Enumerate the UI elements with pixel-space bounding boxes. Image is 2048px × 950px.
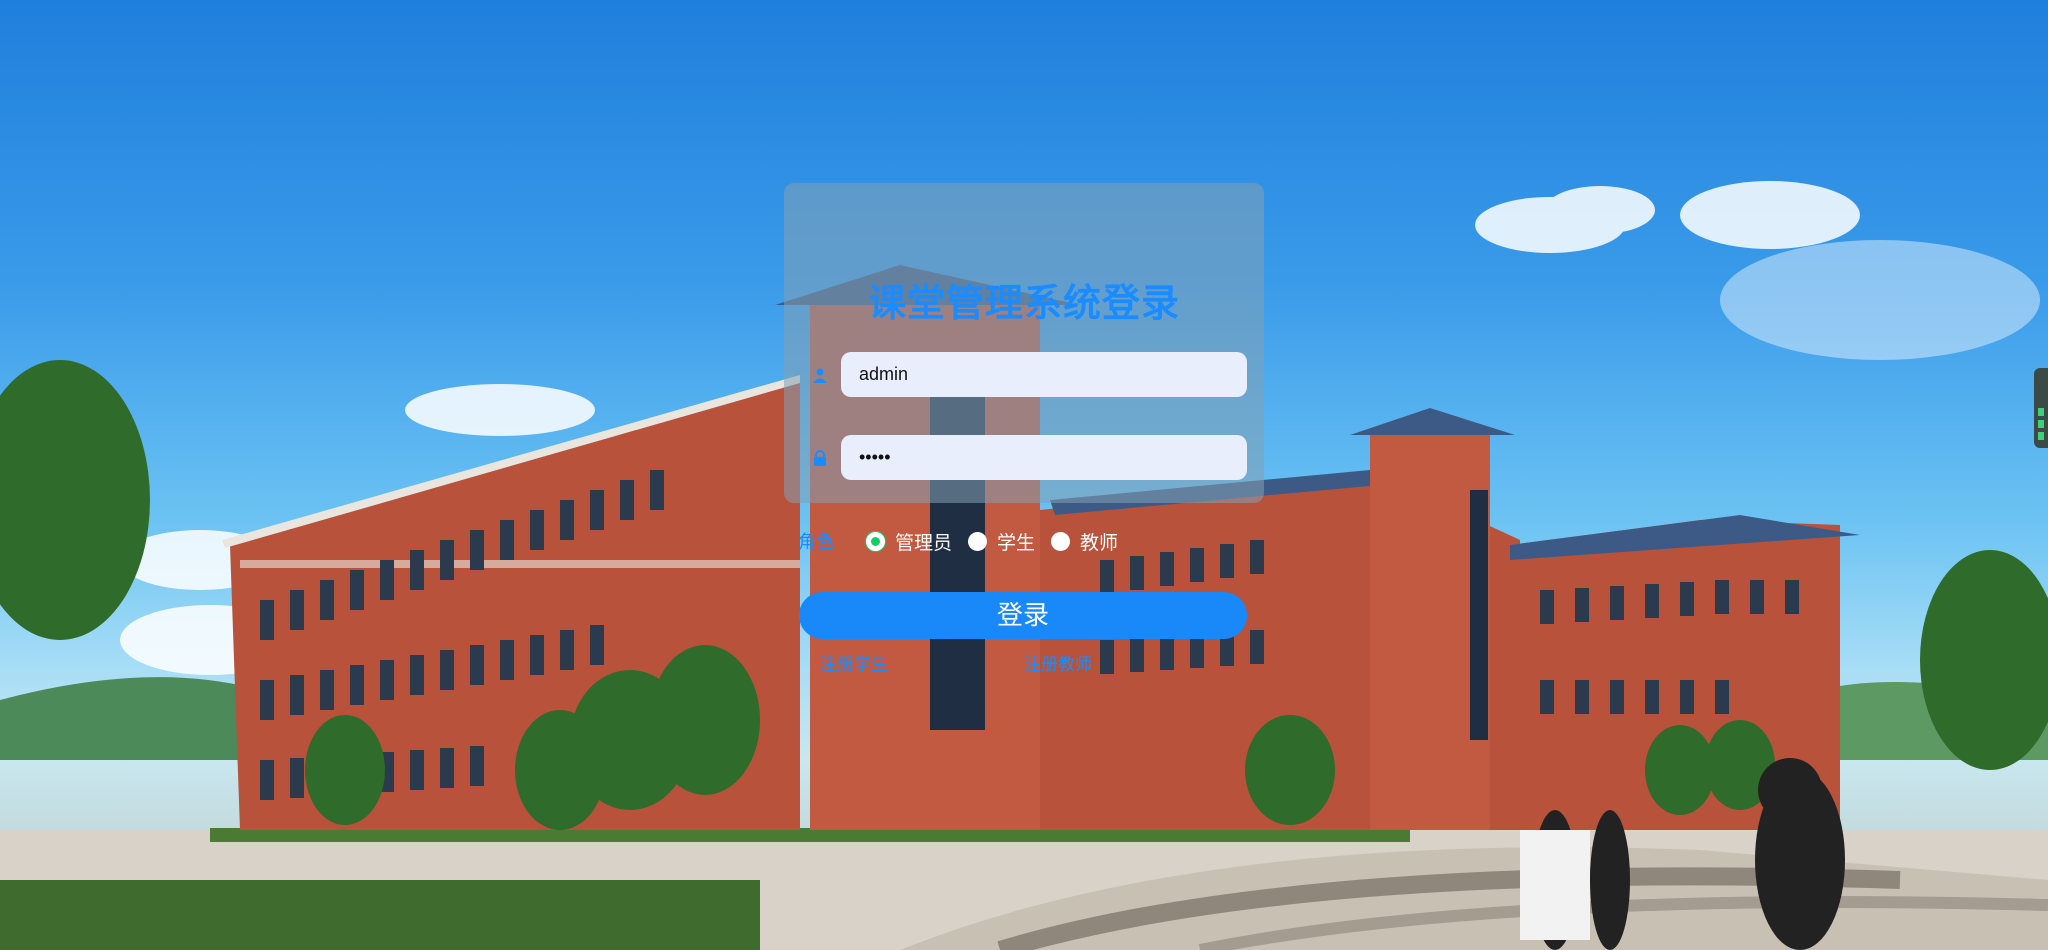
login-button[interactable]: 登录 — [799, 592, 1247, 639]
radio-teacher-label[interactable]: 教师 — [1080, 528, 1118, 555]
register-student-link[interactable]: 注册学生 — [820, 650, 888, 675]
username-input[interactable] — [841, 352, 1247, 397]
radio-admin-label[interactable]: 管理员 — [895, 528, 952, 555]
role-label: 角色 — [798, 532, 834, 553]
lock-icon — [812, 450, 828, 466]
role-selector: 角色 管理员 学生 教师 — [798, 527, 1134, 555]
radio-admin[interactable] — [866, 531, 885, 551]
password-input[interactable] — [841, 435, 1247, 480]
register-teacher-link[interactable]: 注册教师 — [1024, 650, 1092, 675]
login-title: 课堂管理系统登录 — [867, 281, 1180, 325]
login-page: 课堂管理系统登录 角色 管理员 学生 教师 登录 注册学生 注册教师 — [0, 0, 2048, 950]
user-icon — [812, 367, 828, 383]
radio-teacher[interactable] — [1051, 531, 1071, 551]
side-widget-handle[interactable] — [2034, 368, 2048, 448]
radio-student-label[interactable]: 学生 — [997, 528, 1035, 555]
radio-student[interactable] — [968, 531, 988, 551]
